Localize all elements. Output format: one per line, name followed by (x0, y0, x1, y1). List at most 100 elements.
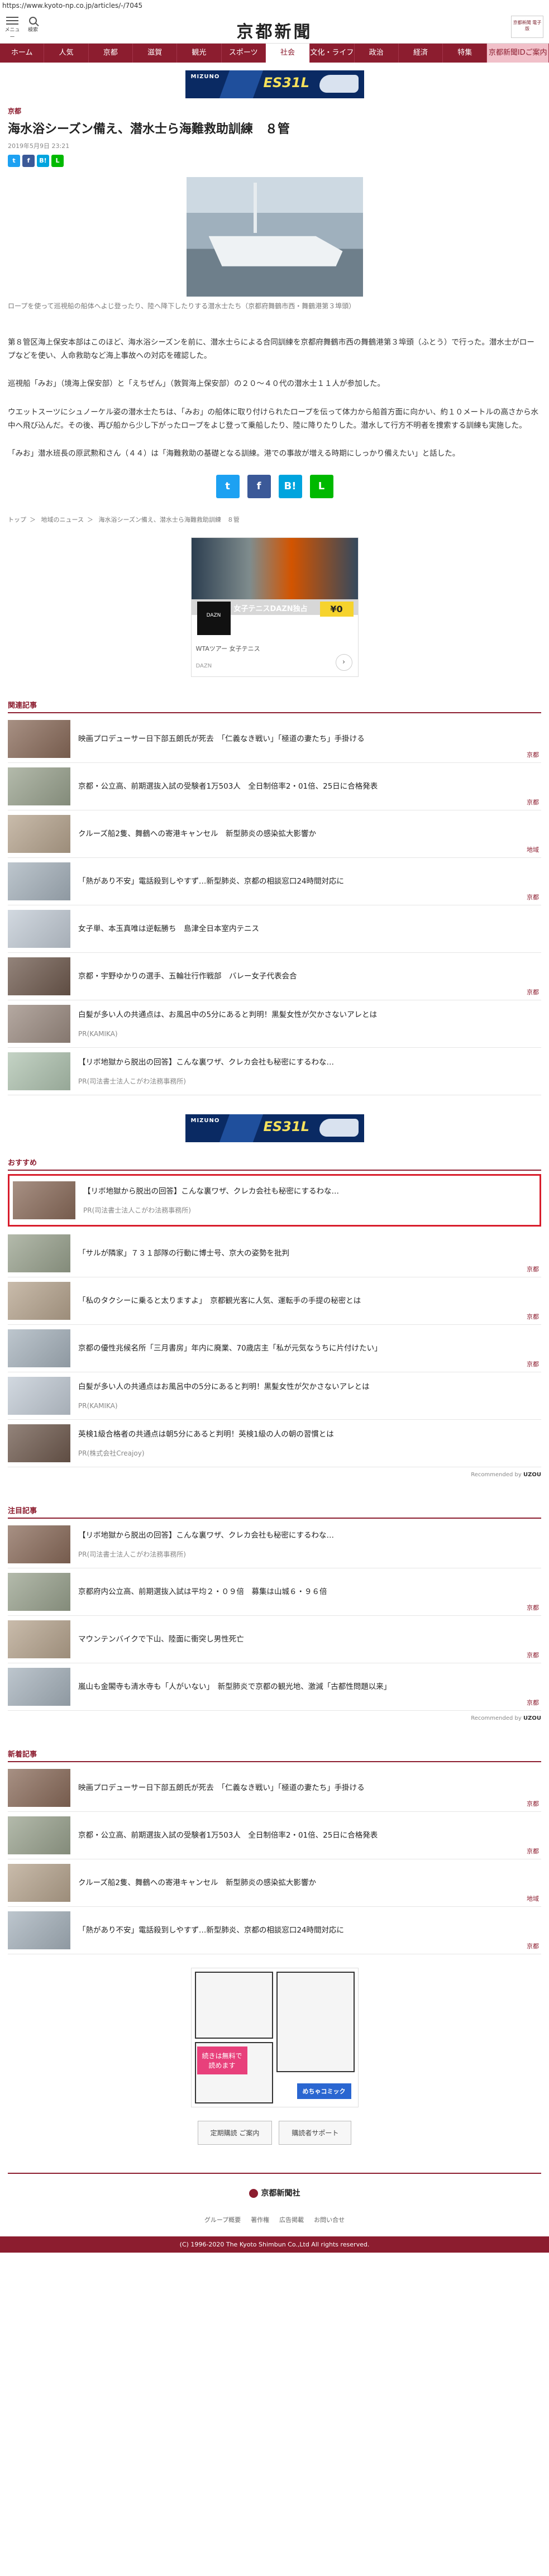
article-date: 2019年5月9日 23:21 (8, 142, 70, 150)
recommended-by[interactable]: Recommended by UZOU (0, 1711, 549, 1724)
url-bar[interactable]: https://www.kyoto-np.co.jp/articles/-/70… (0, 0, 549, 12)
footer-link[interactable]: 著作権 (251, 2215, 269, 2224)
article-row[interactable]: 京都・宇野ゆかりの選手、五輪壮行作戦部 バレー女子代表会合 京都 (8, 953, 541, 1001)
article-row[interactable]: マウンテンバイクで下山、陸面に衝突し男性死亡 京都 (8, 1616, 541, 1664)
footer-link[interactable]: 広告掲載 (279, 2215, 304, 2224)
article-row[interactable]: 京都府内公立高、前期選抜入試は平均２・０９倍 募集は山城６・９６倍 京都 (8, 1568, 541, 1616)
ad-sub: DAZN (195, 663, 212, 670)
article-row[interactable]: クルーズ船2隻、舞鶴への寄港キャンセル 新型肺炎の感染拡大影響か 地域 (8, 810, 541, 858)
article-row-text: マウンテンバイクで下山、陸面に衝突し男性死亡 (78, 1634, 541, 1645)
recommended-by[interactable]: Recommended by UZOU (0, 1467, 549, 1480)
nav-item[interactable]: スポーツ (222, 44, 266, 63)
sponsor-label: PR(司法書士法人こがわ法務事務所) (83, 1206, 191, 1214)
article-thumbnail (8, 1234, 70, 1273)
manga-ad[interactable]: 続きは無料で読めます めちゃコミック (190, 1968, 359, 2108)
facebook-share-button[interactable]: f (22, 154, 35, 167)
article-row-text: 映画プロデューサー日下部五朗氏が死去 「仁義なき戦い」「極道の妻たち」手掛ける (78, 733, 541, 745)
nav-item[interactable]: 特集 (443, 44, 488, 63)
line-share-button[interactable]: L (309, 475, 333, 499)
breadcrumb-item[interactable]: 地域のニュース (41, 516, 84, 523)
article-row-text: 【リボ地獄から脱出の回答】こんな裏ワザ、クレカ会社も秘密にするわな… PR(司法書… (78, 1530, 541, 1559)
article-row[interactable]: 嵐山も金閣寺も清水寺も「人がいない」 新型肺炎で京都の観光地、激減「古都性問題以… (8, 1663, 541, 1711)
article-row[interactable]: 【リボ地獄から脱出の回答】こんな裏ワザ、クレカ会社も秘密にするわな… PR(司法書… (8, 1521, 541, 1569)
breadcrumb-item[interactable]: トップ (8, 516, 26, 523)
ad-banner-middle[interactable]: MIZUNO ES31L (185, 1114, 364, 1143)
hatena-share-button[interactable]: B! (278, 475, 302, 499)
manga-badge: 続きは無料で読めます (197, 2047, 247, 2075)
twitter-share-button[interactable]: t (216, 475, 240, 499)
nav-item[interactable]: 政治 (355, 44, 399, 63)
article-headline: 白髪が多い人の共通点はお風呂中の5分にあると判明！黒髪女性が欠かさないアレとは (78, 1382, 370, 1392)
nav-item[interactable]: 経済 (399, 44, 443, 63)
article: 海水浴シーズン備え、潜水士ら海難救助訓練 ８管 2019年5月9日 23:21 … (0, 121, 549, 499)
footer-link[interactable]: グループ概要 (204, 2215, 241, 2224)
article-headline: 【リボ地獄から脱出の回答】こんな裏ワザ、クレカ会社も秘密にするわな… (78, 1058, 335, 1067)
article-row[interactable]: 映画プロデューサー日下部五朗氏が死去 「仁義なき戦い」「極道の妻たち」手掛ける京… (8, 1764, 541, 1812)
article-row[interactable]: 「私のタクシーに乗ると太りますよ」 京都観光客に人気、運転手の手提の秘密とは 京都 (8, 1277, 541, 1325)
article-row-text: 映画プロデューサー日下部五朗氏が死去 「仁義なき戦い」「極道の妻たち」手掛ける (78, 1782, 541, 1793)
category-label: 地域 (527, 846, 539, 854)
nav-item[interactable]: 京都新聞IDご案内 (487, 44, 549, 63)
sponsor-label: PR(司法書士法人こがわ法務事務所) (78, 1550, 186, 1558)
article-row[interactable]: 「熱があり不安」電話殺到しやすず…新型肺炎、京都の相談窓口24時間対応に 京都 (8, 1907, 541, 1955)
article-row[interactable]: 映画プロデューサー日下部五朗氏が死去 「仁義なき戦い」「極道の妻たち」手掛ける京… (8, 715, 541, 764)
article-row[interactable]: 京都の優性兆候名所「三月書房」年内に廃業、70歳店主「私が元気なうちに片付けたい… (8, 1325, 541, 1373)
line-share-button[interactable]: L (51, 154, 64, 167)
category-label: 京都 (527, 799, 539, 807)
article-row[interactable]: 白髪が多い人の共通点は、お風呂中の5分にあると判明！黒髪女性が欠かさないアレとは… (8, 1000, 541, 1048)
nav-item[interactable]: 社会 (265, 44, 311, 63)
nav-item[interactable]: 京都 (89, 44, 133, 63)
article-row-text: 英検1級合格者の共通点は朝5分にあると判明！英検1級の人の朝の習慣とは PR(株式… (78, 1429, 541, 1458)
article-paragraph: 「みお」潜水班長の原武勲和さん（４４）は「海難救助の基礎となる訓練。港での事故が… (8, 449, 460, 459)
manga-panel (276, 1972, 355, 2073)
ad-brand: MIZUNO (190, 1118, 220, 1124)
ad-logo: DAZN (197, 602, 231, 636)
article-row[interactable]: 「サルが隣家」７３１部隊の行動に博士号、京大の姿勢を批判 京都 (8, 1230, 541, 1278)
related-title: 関連記事 (8, 699, 541, 714)
ad-banner-top[interactable]: MIZUNO ES31L (185, 70, 364, 98)
article-row[interactable]: クルーズ船2隻、舞鶴への寄港キャンセル 新型肺炎の感染拡大影響か 地域 (8, 1859, 541, 1907)
article-row[interactable]: 【リボ地獄から脱出の回答】こんな裏ワザ、クレカ会社も秘密にするわな… PR(司法書… (8, 1048, 541, 1096)
recommended-by-label: Recommended by (471, 1715, 522, 1722)
article-thumbnail (8, 1668, 70, 1706)
nav-item[interactable]: 観光 (177, 44, 222, 63)
nav-item[interactable]: 滋賀 (133, 44, 178, 63)
sponsor-label: PR(株式会社Creajoy) (78, 1449, 145, 1457)
article-thumbnail (8, 1620, 70, 1659)
site-logo[interactable]: 京都新聞 (0, 18, 549, 42)
article-row-text: クルーズ船2隻、舞鶴への寄港キャンセル 新型肺炎の感染拡大影響か (78, 1877, 541, 1888)
nav-item[interactable]: 文化・ライフ (310, 44, 355, 63)
hatena-share-button[interactable]: B! (37, 154, 49, 167)
sponsor-label: PR(KAMIKA) (78, 1401, 118, 1410)
support-button[interactable]: 購読者サポート (279, 2121, 352, 2145)
article-row-text: 白髪が多い人の共通点はお風呂中の5分にあると判明！黒髪女性が欠かさないアレとは P… (78, 1381, 541, 1410)
article-row[interactable]: 白髪が多い人の共通点はお風呂中の5分にあると判明！黒髪女性が欠かさないアレとは P… (8, 1372, 541, 1420)
article-photo[interactable] (186, 176, 363, 297)
subscription-button[interactable]: 定期購読 ご案内 (197, 2121, 273, 2145)
article-row[interactable]: 女子単、本玉真唯は逆転勝ち 島津全日本室内テニス (8, 905, 541, 953)
article-row[interactable]: 「熱があり不安」電話殺到しやすず…新型肺炎、京都の相談窓口24時間対応に京都 (8, 858, 541, 906)
article-paragraph: 巡視船「みお」（境海上保安部）と「えちぜん」（敦賀海上保安部）の２０～４０代の潜… (8, 379, 385, 389)
digital-edition-badge[interactable]: 京都新聞 電子版 (511, 16, 543, 38)
chevron-right-icon[interactable]: › (335, 654, 352, 671)
footer-links: グループ概要 著作権 広告掲載 お問い合せ (0, 2215, 549, 2224)
category-label: 京都 (527, 894, 539, 901)
nav-item[interactable]: 人気 (44, 44, 89, 63)
footer-logo[interactable]: 京都新聞社 (8, 2173, 541, 2198)
article-row-text: 【リボ地獄から脱出の回答】こんな裏ワザ、クレカ会社も秘密にするわな… PR(司法書… (83, 1186, 536, 1215)
article-paragraph: ウエットスーツにシュノーケル姿の潜水士たちは、「みお」の船体に取り付けられたロー… (8, 407, 538, 430)
article-row-text: 「熱があり不安」電話殺到しやすず…新型肺炎、京都の相談窓口24時間対応に (78, 1925, 541, 1936)
article-row-text: 京都・公立高、前期選抜入試の受験者1万503人 全日制倍率2・01倍、25日に合… (78, 781, 541, 792)
article-thumbnail (8, 1573, 70, 1611)
article-headline: 「熱があり不安」電話殺到しやすず…新型肺炎、京都の相談窓口24時間対応に (78, 877, 345, 886)
article-row[interactable]: 【リボ地獄から脱出の回答】こんな裏ワザ、クレカ会社も秘密にするわな… PR(司法書… (8, 1174, 541, 1227)
facebook-share-button[interactable]: f (247, 475, 271, 499)
article-headline: 「サルが隣家」７３１部隊の行動に博士号、京大の姿勢を批判 (78, 1249, 289, 1258)
article-row[interactable]: 京都・公立高、前期選抜入試の受験者1万503人 全日制倍率2・01倍、25日に合… (8, 763, 541, 811)
twitter-share-button[interactable]: t (8, 154, 20, 167)
ad-rectangle[interactable]: DAZN 女子テニスDAZN独占 ¥0 WTAツアー 女子テニス › DAZN (190, 537, 359, 678)
article-row[interactable]: 京都・公立高、前期選抜入試の受験者1万503人 全日制倍率2・01倍、25日に合… (8, 1812, 541, 1860)
nav-item[interactable]: ホーム (0, 44, 45, 63)
footer-link[interactable]: お問い合せ (314, 2215, 345, 2224)
article-row[interactable]: 英検1級合格者の共通点は朝5分にあると判明！英検1級の人の朝の習慣とは PR(株式… (8, 1420, 541, 1468)
